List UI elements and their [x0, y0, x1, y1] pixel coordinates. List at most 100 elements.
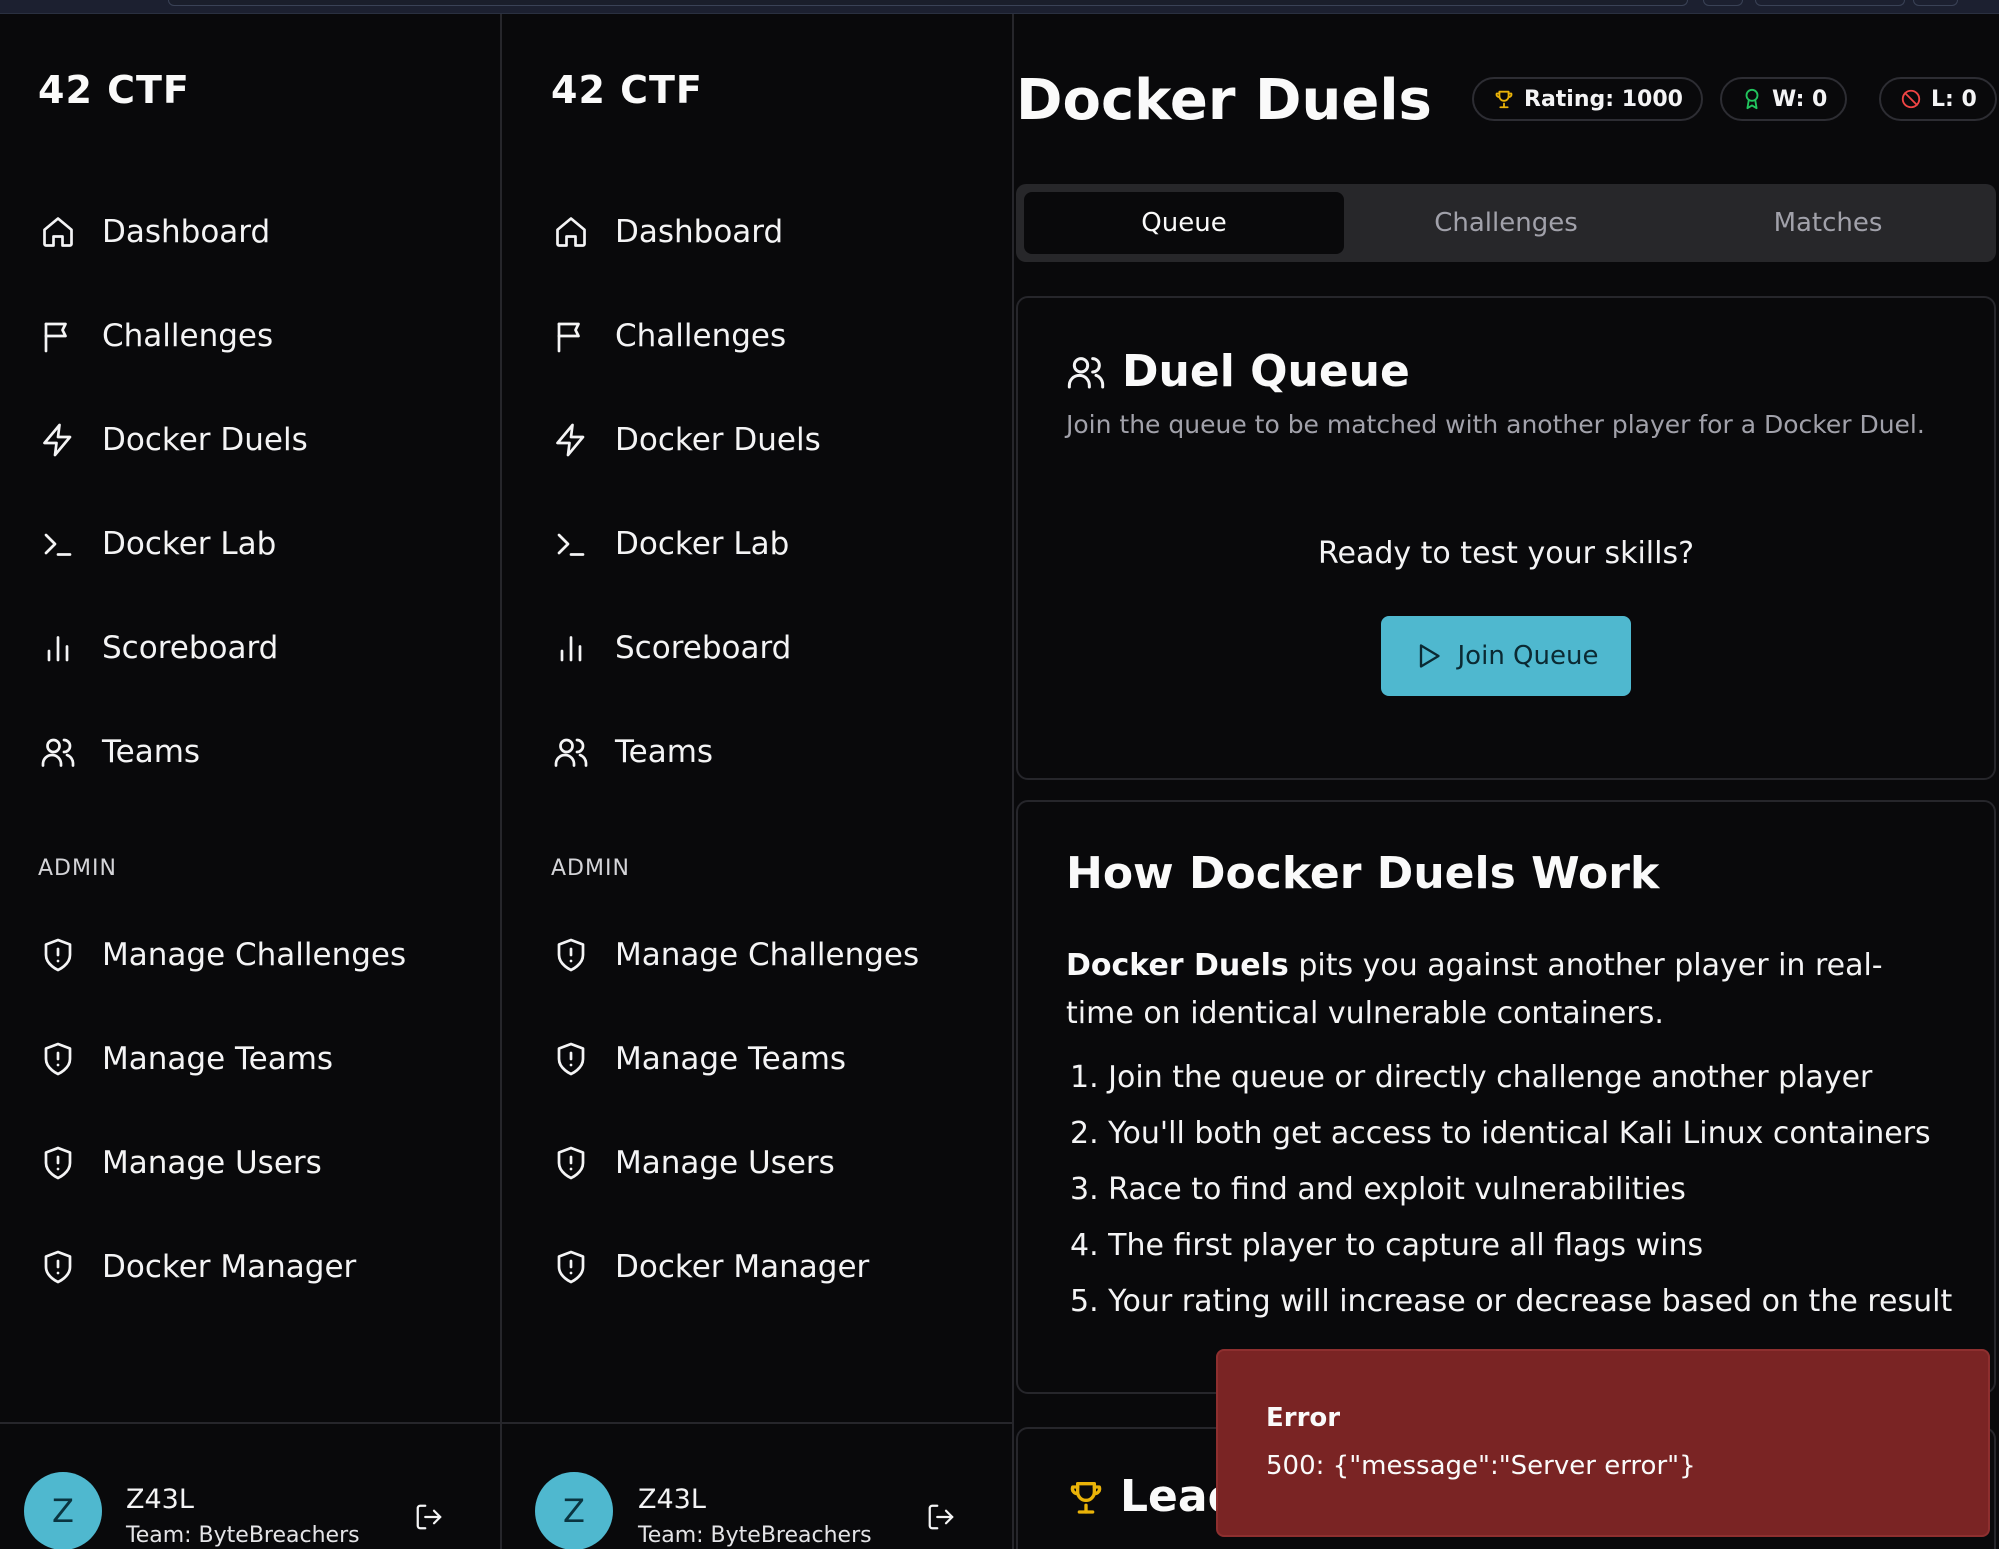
sidebar-item-label: Teams [102, 734, 201, 770]
browser-button[interactable] [1755, 0, 1905, 6]
sidebar-item-label: Dashboard [615, 214, 784, 250]
join-queue-button[interactable]: Join Queue [1381, 616, 1631, 696]
sidebar-item-challenges[interactable]: Challenges [551, 306, 786, 366]
error-toast[interactable]: Error 500: {"message":"Server error"} [1216, 1349, 1990, 1537]
sidebar-item-label: Manage Challenges [102, 937, 407, 973]
shield-alert-icon [38, 1143, 78, 1183]
sidebar-item-docker-manager[interactable]: Docker Manager [38, 1237, 356, 1297]
sidebar-item-label: Manage Users [615, 1145, 835, 1181]
user-name: Z43L [638, 1484, 706, 1515]
flag-icon [38, 316, 78, 356]
sidebar-item-dashboard[interactable]: Dashboard [38, 202, 270, 262]
shield-alert-icon [551, 1039, 591, 1079]
intro-bold: Docker Duels [1066, 948, 1289, 983]
list-item: 2. You'll both get access to identical K… [1070, 1116, 1931, 1151]
address-bar[interactable] [168, 0, 1688, 6]
sidebar: 42 CTF Dashboard Challenges Docker Duels… [0, 14, 502, 1549]
bar-chart-icon [551, 628, 591, 668]
zap-icon [551, 420, 591, 460]
user-footer: Z Z43L Team: ByteBreachers [0, 1422, 500, 1549]
sidebar-item-manage-teams[interactable]: Manage Teams [38, 1029, 333, 1089]
list-item: 3. Race to find and exploit vulnerabilit… [1070, 1172, 1686, 1207]
sidebar-item-label: Docker Manager [615, 1249, 870, 1285]
list-item: 1. Join the queue or directly challenge … [1070, 1060, 1873, 1095]
sidebar-item-teams[interactable]: Teams [551, 722, 713, 782]
sidebar-item-label: Manage Challenges [615, 937, 920, 973]
admin-section-label: ADMIN [551, 856, 630, 881]
sidebar-item-manage-teams[interactable]: Manage Teams [551, 1029, 846, 1089]
terminal-icon [38, 524, 78, 564]
avatar[interactable]: Z [24, 1472, 102, 1549]
user-team: Team: ByteBreachers [638, 1523, 872, 1548]
ready-prompt: Ready to test your skills? [1317, 536, 1695, 571]
sidebar-item-docker-lab[interactable]: Docker Lab [551, 514, 789, 574]
sidebar-item-docker-duels[interactable]: Docker Duels [38, 410, 308, 470]
page-title: Docker Duels [1016, 68, 1432, 133]
brand-logo[interactable]: 42 CTF [551, 68, 703, 112]
rating-value: Rating: 1000 [1524, 86, 1683, 112]
browser-button[interactable] [1913, 0, 1958, 6]
tab-queue[interactable]: Queue [1024, 192, 1344, 254]
sidebar-item-scoreboard[interactable]: Scoreboard [38, 618, 278, 678]
how-it-works-card: How Docker Duels Work Docker Duels pits … [1016, 800, 1996, 1394]
shield-alert-icon [551, 1143, 591, 1183]
browser-top-strip [0, 0, 1999, 14]
toast-message: 500: {"message":"Server error"} [1266, 1451, 1696, 1481]
logout-icon[interactable] [924, 1500, 958, 1534]
sidebar-item-label: Scoreboard [615, 630, 792, 666]
sidebar-item-label: Manage Teams [102, 1041, 334, 1077]
home-icon [38, 212, 78, 252]
sidebar-item-manage-users[interactable]: Manage Users [551, 1133, 835, 1193]
shield-alert-icon [38, 1247, 78, 1287]
award-icon [1740, 87, 1764, 111]
sidebar-item-scoreboard[interactable]: Scoreboard [551, 618, 791, 678]
sidebar-item-challenges[interactable]: Challenges [38, 306, 273, 366]
wins-badge: W: 0 [1720, 77, 1848, 121]
sidebar-item-label: Manage Users [102, 1145, 322, 1181]
toast-title: Error [1266, 1403, 1341, 1433]
list-item: 5. Your rating will increase or decrease… [1070, 1284, 1953, 1319]
sidebar-item-manage-challenges[interactable]: Manage Challenges [551, 925, 919, 985]
logout-icon[interactable] [412, 1500, 446, 1534]
losses-badge: L: 0 [1879, 77, 1997, 121]
brand-logo[interactable]: 42 CTF [38, 68, 190, 112]
sidebar-item-label: Dashboard [102, 214, 271, 250]
sidebar-item-label: Manage Teams [615, 1041, 847, 1077]
users-icon [1066, 352, 1106, 392]
shield-alert-icon [38, 935, 78, 975]
shield-alert-icon [38, 1039, 78, 1079]
user-team: Team: ByteBreachers [126, 1523, 360, 1548]
browser-button[interactable] [1703, 0, 1743, 6]
sidebar-item-manage-challenges[interactable]: Manage Challenges [38, 925, 406, 985]
tab-bar: Queue Challenges Matches [1016, 184, 1996, 262]
sidebar-item-teams[interactable]: Teams [38, 722, 200, 782]
user-footer: Z Z43L Team: ByteBreachers [502, 1422, 1012, 1549]
sidebar-item-label: Scoreboard [102, 630, 279, 666]
ban-icon [1899, 87, 1923, 111]
wins-value: W: 0 [1772, 86, 1828, 112]
trophy-icon [1066, 1477, 1106, 1517]
sidebar-item-dashboard[interactable]: Dashboard [551, 202, 783, 262]
card-description: Join the queue to be matched with anothe… [1066, 410, 1925, 439]
users-icon [551, 732, 591, 772]
list-item: 4. The first player to capture all flags… [1070, 1228, 1704, 1263]
avatar[interactable]: Z [535, 1472, 613, 1549]
card-header: Duel Queue [1066, 346, 1410, 397]
users-icon [38, 732, 78, 772]
sidebar-item-label: Challenges [102, 318, 274, 354]
flag-icon [551, 316, 591, 356]
sidebar-item-manage-users[interactable]: Manage Users [38, 1133, 322, 1193]
tab-challenges[interactable]: Challenges [1346, 192, 1666, 254]
intro-text: Docker Duels pits you against another pl… [1066, 942, 1946, 1038]
duel-queue-card: Duel Queue Join the queue to be matched … [1016, 296, 1996, 780]
sidebar-item-docker-duels[interactable]: Docker Duels [551, 410, 821, 470]
zap-icon [38, 420, 78, 460]
trophy-icon [1492, 87, 1516, 111]
sidebar-item-label: Docker Duels [615, 422, 821, 458]
bar-chart-icon [38, 628, 78, 668]
sidebar-item-label: Docker Lab [615, 526, 790, 562]
sidebar-item-label: Docker Manager [102, 1249, 357, 1285]
tab-matches[interactable]: Matches [1668, 192, 1988, 254]
sidebar-item-docker-manager[interactable]: Docker Manager [551, 1237, 869, 1297]
sidebar-item-docker-lab[interactable]: Docker Lab [38, 514, 276, 574]
